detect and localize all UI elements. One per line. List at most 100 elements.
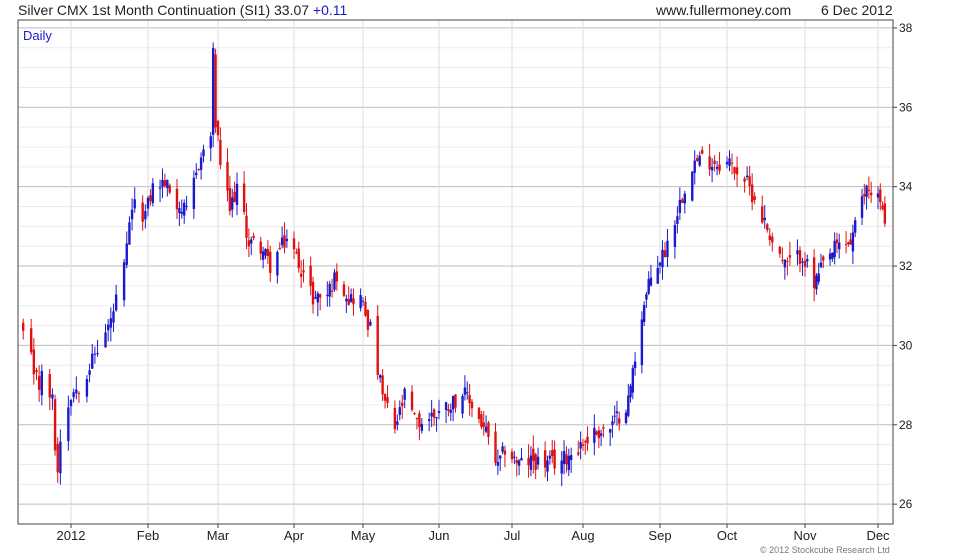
candle-body — [673, 224, 677, 247]
candle-body — [766, 224, 769, 231]
candle-body — [666, 240, 669, 258]
candle-body — [32, 349, 36, 375]
candle-body — [199, 157, 203, 170]
candle-body — [454, 394, 457, 408]
candle-body — [499, 455, 502, 459]
candle-body — [698, 155, 701, 166]
candle-body — [849, 239, 852, 245]
candle-body — [435, 417, 438, 419]
candle-body — [876, 193, 880, 198]
candle-body — [710, 166, 714, 171]
candle-body — [867, 189, 871, 191]
x-tick-label: Oct — [717, 528, 738, 543]
y-tick-label: 36 — [899, 100, 913, 114]
candle-body — [349, 294, 353, 303]
candle-body — [883, 203, 887, 224]
candle-body — [149, 195, 152, 202]
candle-body — [647, 279, 650, 294]
candle-body — [250, 239, 253, 244]
candle-body — [69, 399, 73, 407]
candle-body — [562, 451, 566, 464]
candle-body — [503, 450, 507, 455]
candle-body — [553, 449, 556, 469]
candle-body — [403, 388, 406, 400]
candle-body — [437, 411, 441, 414]
candle-body — [352, 298, 355, 305]
candle-body — [838, 242, 841, 250]
candle-body — [761, 206, 764, 223]
candle-body — [381, 375, 384, 395]
candle-body — [529, 455, 533, 470]
candle-body — [618, 418, 621, 424]
candle-body — [449, 409, 452, 413]
candle-body — [178, 208, 181, 214]
candle-body — [451, 395, 455, 410]
candle-body — [847, 242, 850, 245]
candle-body — [211, 48, 215, 135]
candle-body — [851, 232, 855, 252]
x-tick-label: Feb — [137, 528, 159, 543]
candle-body — [482, 422, 485, 427]
x-tick-label: Mar — [207, 528, 230, 543]
candle-body — [569, 454, 573, 460]
candle-body — [796, 250, 799, 255]
candle-body — [48, 374, 51, 398]
candle-body — [276, 251, 279, 276]
candle-body — [235, 183, 239, 205]
candle-body — [798, 250, 802, 264]
candle-body — [693, 160, 696, 173]
candle-body — [259, 241, 262, 254]
candle-body — [37, 376, 41, 390]
candle-body — [743, 178, 746, 182]
candle-body — [109, 318, 113, 328]
candle-body — [633, 361, 637, 369]
candle-body — [515, 460, 518, 464]
candle-body — [252, 235, 255, 239]
y-tick-label: 34 — [899, 180, 913, 194]
candle-body — [828, 253, 832, 260]
candle-body — [745, 175, 749, 178]
candle-body — [817, 273, 820, 282]
copyright-notice: © 2012 Stockcube Research Ltd — [760, 545, 890, 555]
candle-body — [418, 413, 421, 427]
candle-body — [725, 161, 729, 165]
candle-body — [520, 457, 523, 461]
candle-body — [269, 251, 272, 273]
candle-body — [56, 443, 59, 473]
candle-body — [197, 168, 200, 170]
candle-body — [831, 252, 834, 259]
y-tick-label: 38 — [899, 21, 913, 35]
y-tick-label: 32 — [899, 259, 913, 273]
candle-body — [567, 455, 570, 471]
candle-body — [175, 188, 179, 210]
candle-body — [466, 392, 469, 394]
candle-body — [444, 402, 448, 410]
candle-body — [696, 158, 699, 161]
y-tick-label: 28 — [899, 418, 913, 432]
candle-body — [266, 248, 270, 257]
x-tick-label: Apr — [284, 528, 305, 543]
candle-body — [783, 259, 787, 268]
candle-body — [715, 166, 719, 169]
candle-body — [128, 222, 131, 245]
candle-body — [865, 185, 868, 197]
x-tick-label: May — [351, 528, 376, 543]
candle-body — [730, 162, 734, 164]
candle-body — [735, 167, 739, 175]
candle-body — [548, 455, 552, 459]
candle-body — [683, 193, 687, 204]
candle-body — [161, 179, 164, 188]
candle-body — [364, 301, 367, 316]
plot-area — [18, 20, 893, 524]
candle-body — [180, 211, 183, 214]
candle-body — [144, 211, 147, 220]
candle-body — [853, 220, 857, 233]
x-tick-label: Aug — [571, 528, 594, 543]
candle-body — [245, 215, 248, 238]
candle-body — [292, 238, 296, 250]
candle-body — [91, 353, 94, 369]
candle-body — [297, 248, 300, 269]
candle-body — [335, 271, 339, 282]
x-tick-label: Dec — [866, 528, 890, 543]
candle-body — [602, 427, 605, 429]
